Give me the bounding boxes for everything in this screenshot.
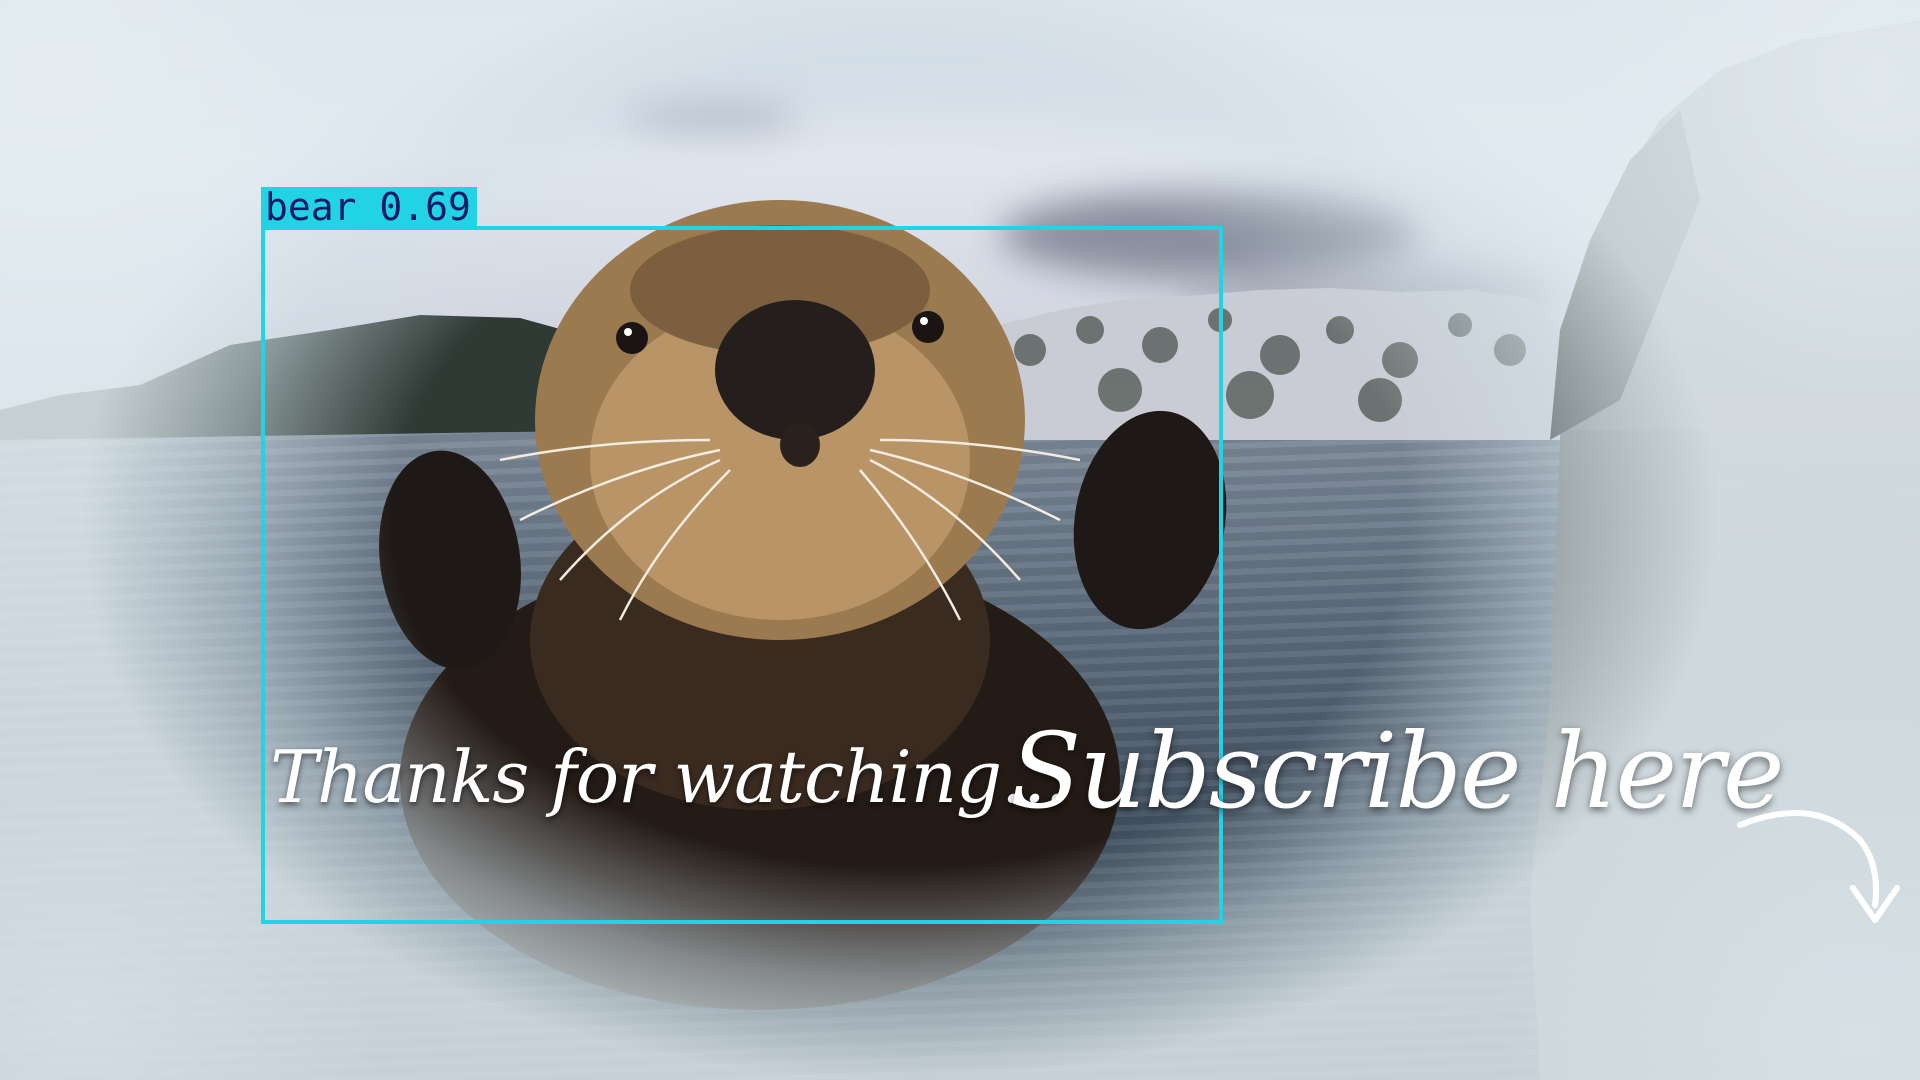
subscribe-link[interactable]: Subscribe here xyxy=(1010,710,1784,832)
curved-arrow-down-icon xyxy=(1737,810,1900,923)
detection-label: bear 0.69 xyxy=(261,187,477,228)
thanks-for-watching-text: Thanks for watching... xyxy=(270,735,1068,819)
